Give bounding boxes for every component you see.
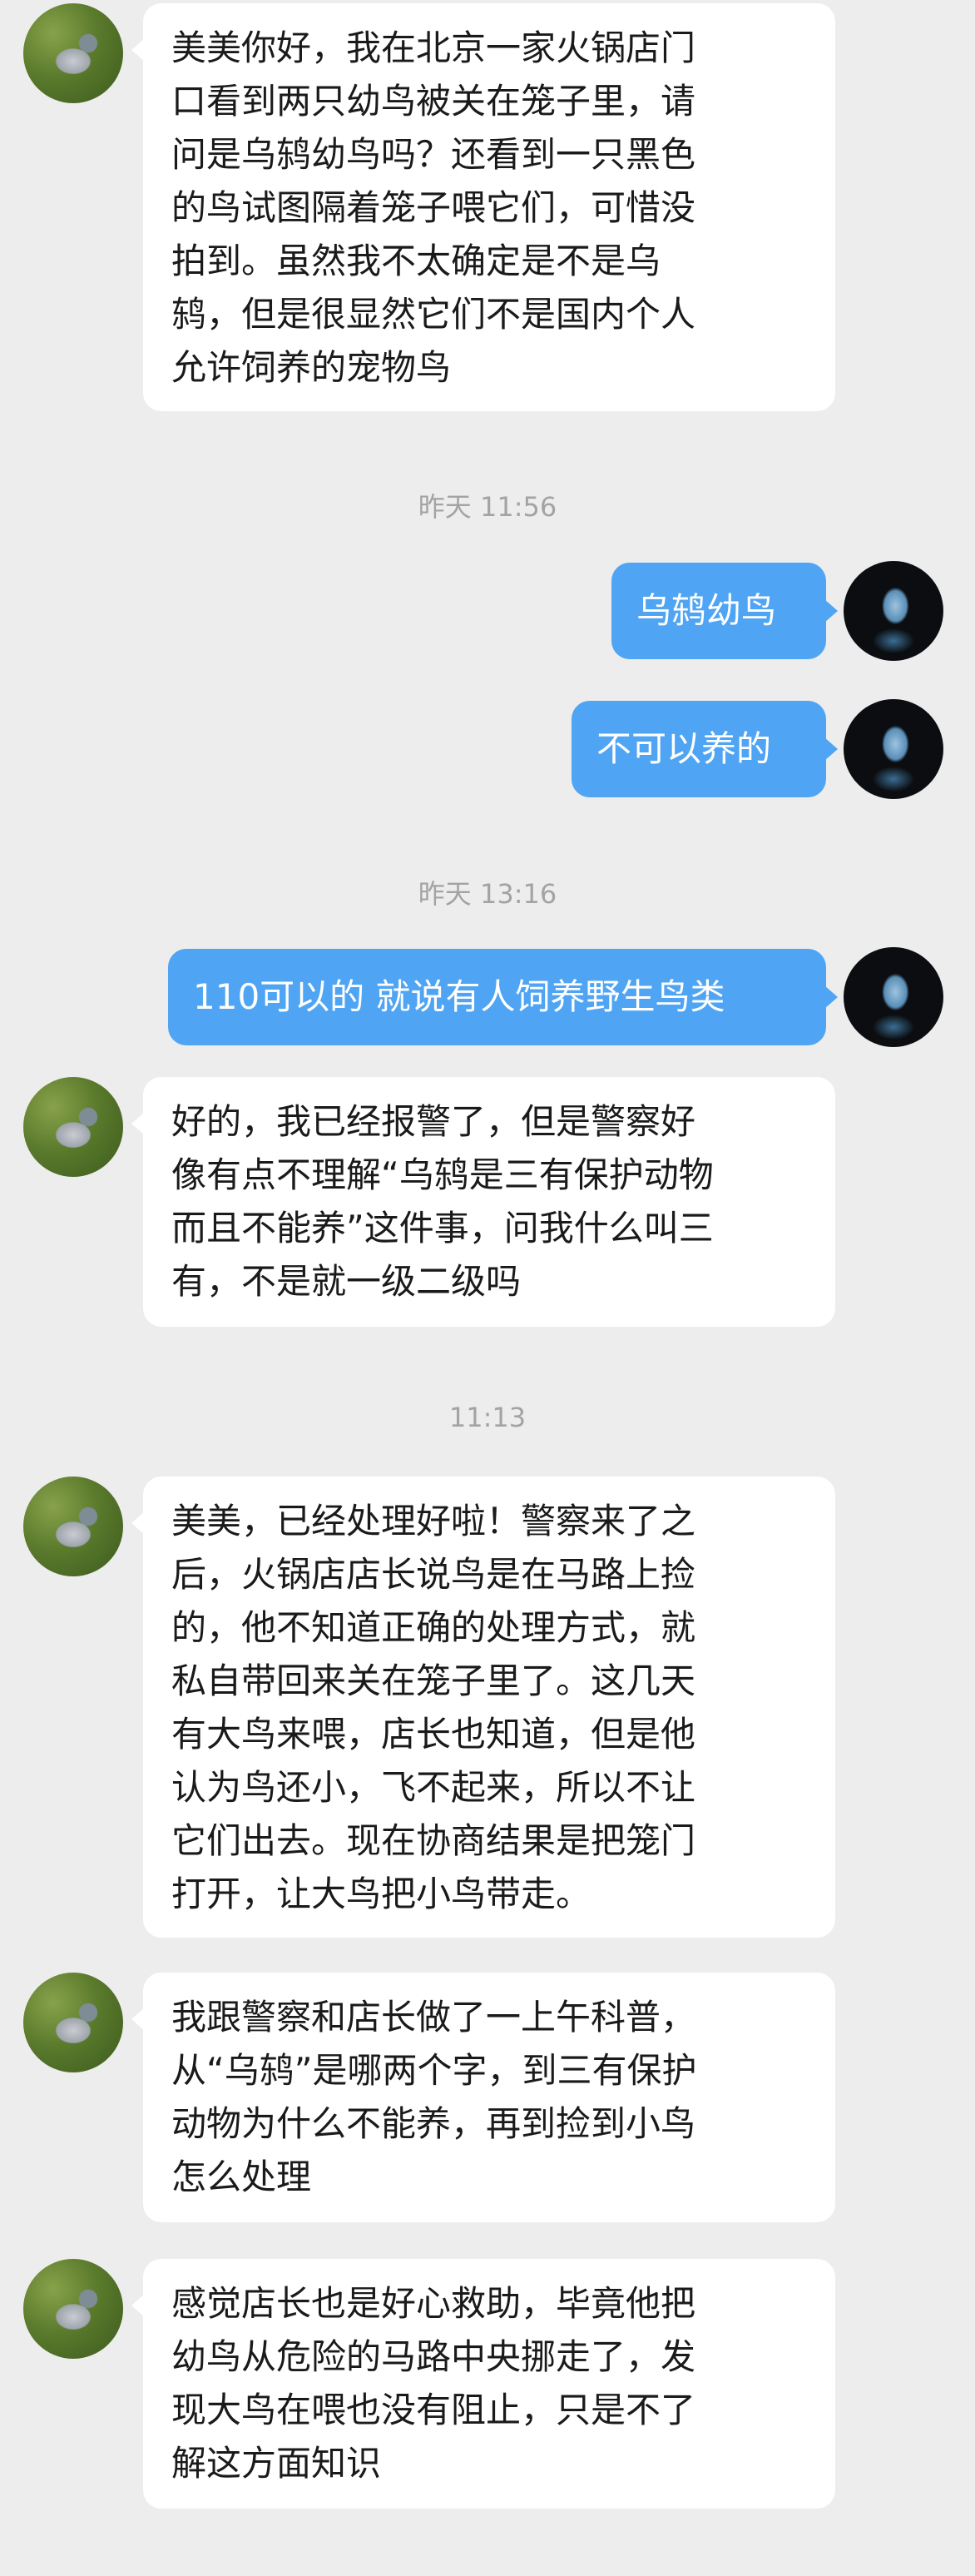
message-bubble[interactable]: 乌鸫幼鸟 — [611, 563, 838, 659]
timestamp: 11:13 — [448, 1402, 527, 1433]
message-bubble[interactable]: 美美，已经处理好啦！警察来了之 后，火锅店店长说鸟是在马路上捡 的，他不知道正确… — [131, 1477, 835, 1938]
message-bubble[interactable]: 感觉店长也是好心救助，毕竟他把 幼鸟从危险的马路中央挪走了，发 现大鸟在喂也没有… — [131, 2259, 835, 2509]
parrot-avatar[interactable] — [844, 947, 943, 1047]
message-bubble[interactable]: 美美你好，我在北京一家火锅店门 口看到两只幼鸟被关在笼子里，请 问是乌鸫幼鸟吗？… — [131, 3, 835, 411]
parrot-avatar[interactable] — [844, 699, 943, 799]
pigeon-avatar[interactable] — [23, 3, 123, 103]
message-bubble[interactable]: 我跟警察和店长做了一上午科普， 从“乌鸫”是哪两个字，到三有保护 动物为什么不能… — [131, 1973, 835, 2222]
pigeon-avatar[interactable] — [23, 1077, 123, 1177]
parrot-avatar[interactable] — [844, 561, 943, 661]
timestamp: 昨天 13:16 — [418, 878, 557, 910]
message-bubble[interactable]: 好的，我已经报警了，但是警察好 像有点不理解“乌鸫是三有保护动物 而且不能养”这… — [131, 1077, 835, 1327]
pigeon-avatar[interactable] — [23, 2259, 123, 2359]
timestamp: 昨天 11:56 — [418, 491, 557, 523]
message-bubble[interactable]: 110可以的 就说有人饲养野生鸟类 — [168, 949, 838, 1045]
message-bubble[interactable]: 不可以养的 — [572, 701, 838, 797]
pigeon-avatar[interactable] — [23, 1973, 123, 2072]
pigeon-avatar[interactable] — [23, 1477, 123, 1576]
